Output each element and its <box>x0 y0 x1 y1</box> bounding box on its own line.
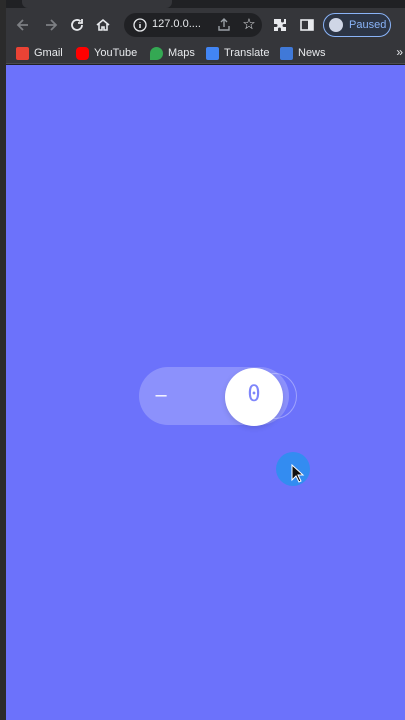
profile-avatar-icon <box>329 18 343 32</box>
url-text: 127.0.0.... <box>152 18 201 30</box>
address-bar[interactable]: 127.0.0.... ☆ <box>124 13 262 37</box>
counter-knob[interactable]: 0 <box>225 368 283 426</box>
back-icon[interactable] <box>12 14 34 36</box>
bookmark-label: News <box>298 47 326 59</box>
bookmark-label: YouTube <box>94 47 138 59</box>
profile-status-label: Paused <box>349 19 387 31</box>
bookmark-news[interactable]: News <box>280 45 326 61</box>
counter-value: 0 <box>247 382 261 407</box>
bookmark-translate[interactable]: Translate <box>206 45 269 61</box>
extensions-icon[interactable] <box>269 14 291 36</box>
profile-paused-button[interactable]: Paused <box>323 13 391 37</box>
forward-icon[interactable] <box>40 14 62 36</box>
translate-icon <box>206 46 219 60</box>
youtube-icon <box>76 46 89 60</box>
tab-strip <box>6 0 405 8</box>
bookmark-label: Translate <box>224 47 270 59</box>
bookmark-youtube[interactable]: YouTube <box>76 45 137 61</box>
site-info-icon[interactable] <box>132 17 148 33</box>
browser-window: 127.0.0.... ☆ Paused Gmail YouTube Maps … <box>0 0 405 720</box>
browser-toolbar: 127.0.0.... ☆ Paused <box>6 8 405 42</box>
maps-icon <box>150 46 163 60</box>
share-icon[interactable] <box>216 17 232 33</box>
reload-icon[interactable] <box>66 14 88 36</box>
mouse-cursor-icon <box>291 463 305 484</box>
gmail-icon <box>16 46 29 60</box>
news-icon <box>280 46 293 60</box>
bookmark-star-icon[interactable]: ☆ <box>240 16 258 34</box>
bookmark-label: Maps <box>168 47 195 59</box>
bookmark-gmail[interactable]: Gmail <box>16 45 63 61</box>
bookmarks-bar: Gmail YouTube Maps Translate News » <box>6 42 405 64</box>
bookmark-label: Gmail <box>34 47 63 59</box>
decrement-button[interactable]: – <box>151 380 171 410</box>
counter-widget: – 0 <box>139 367 297 426</box>
active-tab[interactable] <box>22 0 172 8</box>
page-content: – 0 <box>6 65 405 720</box>
bookmark-maps[interactable]: Maps <box>150 45 195 61</box>
more-bookmarks-icon[interactable]: » <box>396 45 403 59</box>
home-icon[interactable] <box>92 14 114 36</box>
side-panel-icon[interactable] <box>296 14 318 36</box>
